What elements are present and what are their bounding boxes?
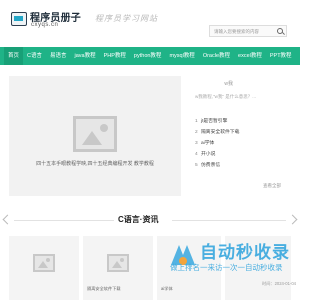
nav-item[interactable]: PPT教程 [266,47,296,65]
list-item[interactable]: 5 仿费亲信 [195,160,239,171]
site-header: 程序员册子 cxyqs.cn 程序员学习网站 请输入您要搜索的内容 [0,0,300,47]
list-item-label[interactable]: 开小说 [201,152,215,157]
chevron-right-icon[interactable] [287,214,298,225]
nav-item[interactable]: PHP教程 [100,47,130,65]
article-title[interactable]: ai学体 [161,286,173,292]
main-nav: 首页 C语言 易语言 java教程 PHP教程 python教程 mysql教程 Oracle… [0,47,300,65]
section-divider-left [14,220,114,221]
nav-item[interactable]: Oracle教程 [199,47,234,65]
logo-domain: cxyqs.cn [31,22,59,28]
sidebar-list: 1 jt是否暂引擎 2 隔离安全软件下载 3 ai学体 4 开小说 5 仿费亲信 [195,116,239,171]
hero-caption[interactable]: 四十五本手眼教程学映,四十五经典编程开发 教学教程 [9,160,181,167]
nav-item[interactable]: 首页 [4,47,24,65]
image-placeholder-icon [33,254,55,272]
list-item-label[interactable]: 仿费亲信 [201,163,220,168]
article-title[interactable]: 隔离安全软件下载 [87,286,121,292]
nav-item[interactable]: python教程 [130,47,166,65]
watermark-title: 自动秒收录 [200,243,290,262]
nav-item[interactable]: excel教程 [234,47,266,65]
sidebar-heading: w我 [224,81,233,87]
nav-item[interactable]: 易语言 [46,47,71,65]
search-icon[interactable] [277,28,283,34]
list-item[interactable]: 4 开小说 [195,149,239,160]
section-divider-right [172,220,286,221]
list-item[interactable]: 3 ai学体 [195,138,239,149]
list-item[interactable]: 1 jt是否暂引擎 [195,116,239,127]
section-title[interactable]: C语言·资讯 [118,214,158,225]
watermark-subtitle: 做上排名一来访一次一自动秒收录 [170,263,283,272]
more-link[interactable]: 查看全部 [263,183,281,189]
image-placeholder-icon [107,254,129,272]
article-card[interactable] [9,236,79,300]
hero-image[interactable]: 四十五本手眼教程学映,四十五经典编程开发 教学教程 [9,76,181,196]
list-item-label[interactable]: ai学体 [201,141,214,146]
list-item-label[interactable]: jt是否暂引擎 [201,119,227,124]
nav-item[interactable]: java教程 [71,47,100,65]
site-slogan: 程序员学习网站 [95,14,158,23]
search-placeholder: 请输入您要搜索的内容 [214,29,259,34]
nav-item[interactable]: C语言 [23,47,46,65]
sidebar-description[interactable]: w我教程,"w我" 是什么意思？... [195,94,256,100]
search-input[interactable]: 请输入您要搜索的内容 [209,25,287,37]
logo-icon[interactable] [11,12,27,26]
list-item[interactable]: 2 隔离安全软件下载 [195,127,239,138]
chevron-left-icon[interactable] [2,214,13,225]
list-item-label[interactable]: 隔离安全软件下载 [201,130,239,135]
article-date: 时间：2024-01-04 [262,281,296,286]
article-card[interactable]: 隔离安全软件下载 [83,236,153,300]
image-placeholder-icon [73,116,117,152]
nav-item[interactable]: mysql教程 [165,47,198,65]
